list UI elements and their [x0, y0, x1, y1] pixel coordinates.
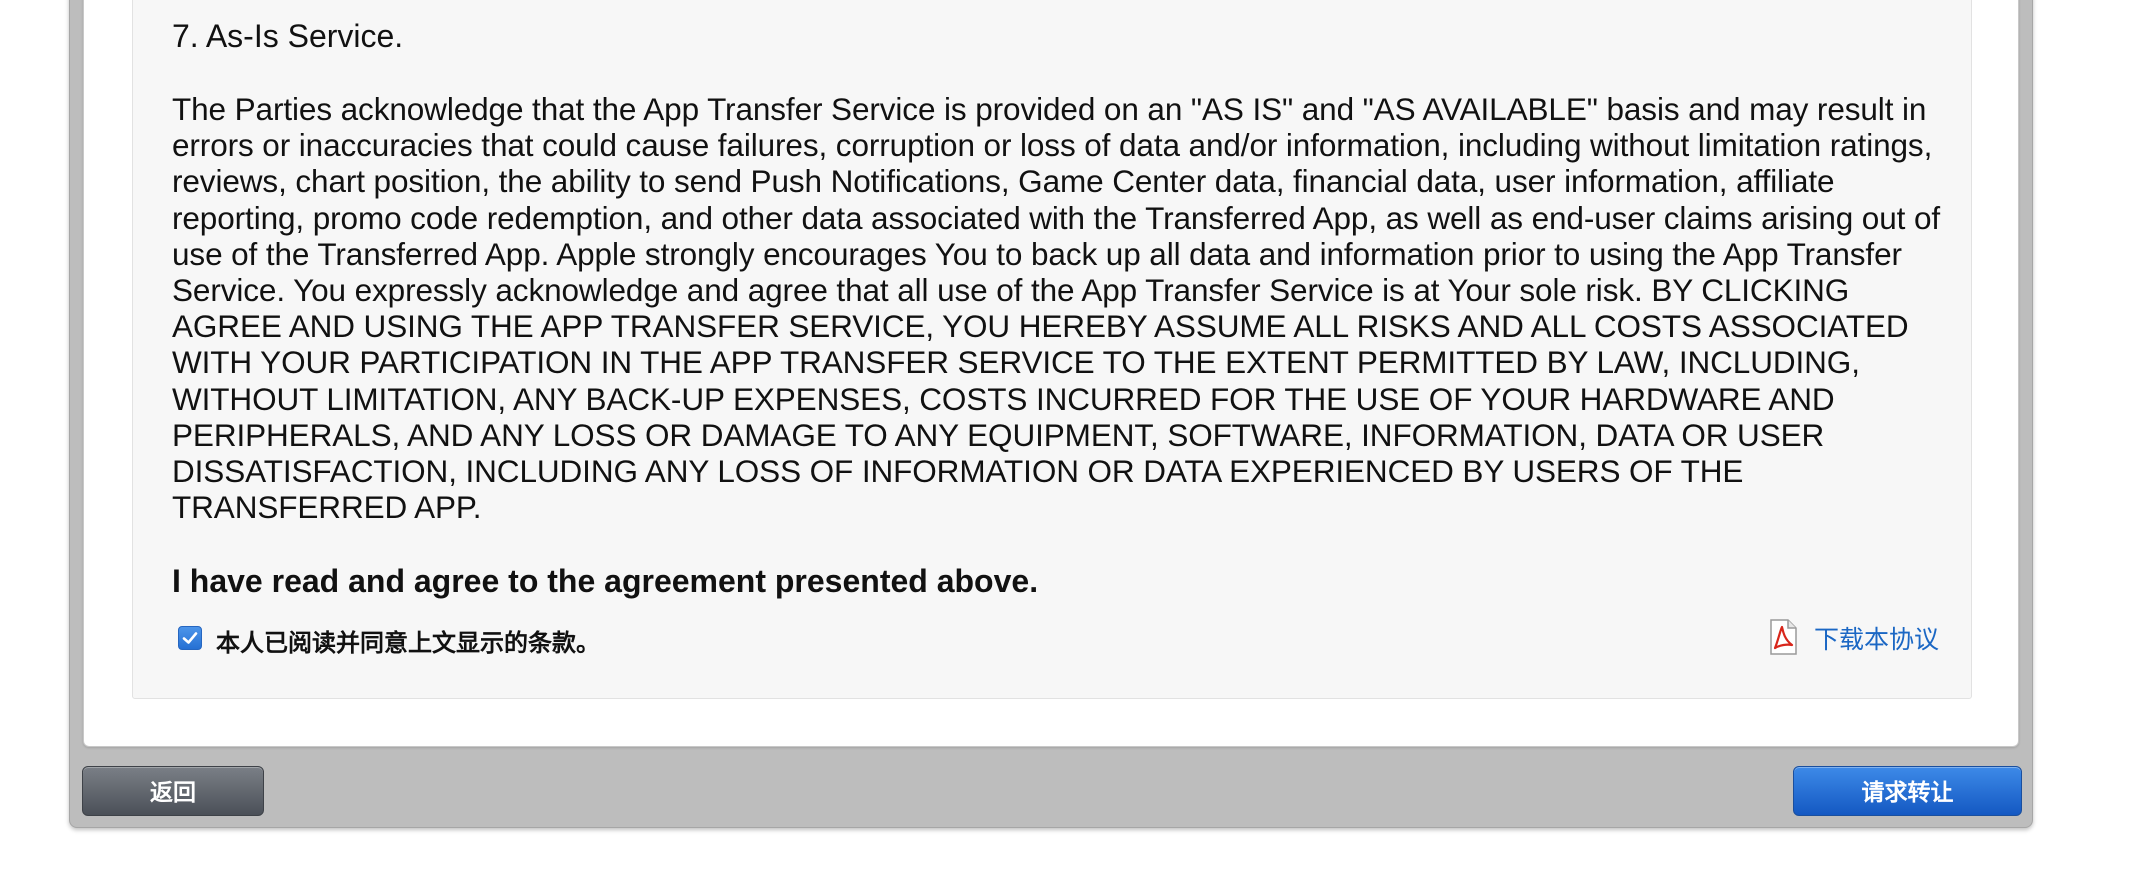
section-heading: 7. As-Is Service. — [172, 18, 404, 54]
agree-checkbox[interactable] — [178, 626, 202, 650]
back-button[interactable]: 返回 — [82, 766, 264, 816]
section-body: The Parties acknowledge that the App Tra… — [172, 91, 1941, 526]
agree-checkbox-label[interactable]: 本人已阅读并同意上文显示的条款。 — [216, 623, 600, 658]
checkmark-icon — [182, 632, 198, 644]
pdf-icon[interactable] — [1766, 619, 1800, 655]
agree-statement: I have read and agree to the agreement p… — [172, 563, 1039, 599]
request-transfer-button[interactable]: 请求转让 — [1793, 766, 2022, 816]
download-agreement-link[interactable]: 下载本协议 — [1814, 620, 1939, 656]
